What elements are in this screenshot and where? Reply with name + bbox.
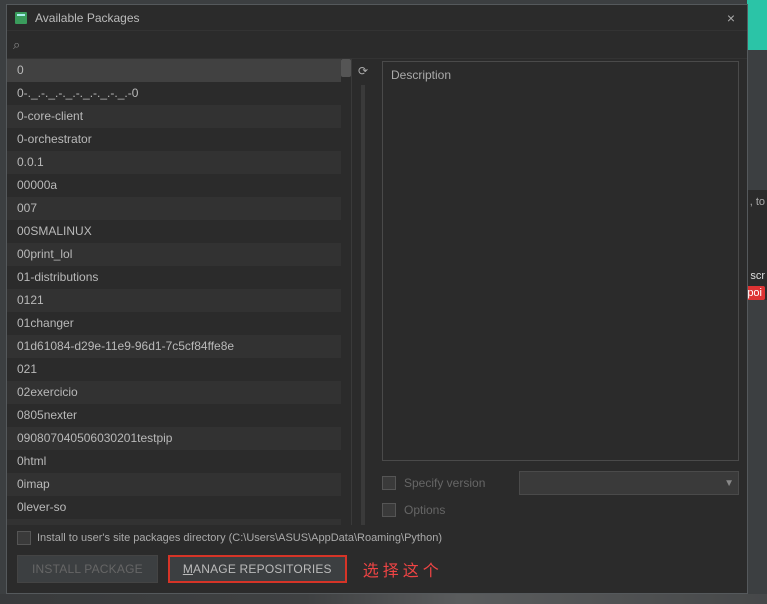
- package-item[interactable]: 0: [7, 59, 351, 82]
- package-item[interactable]: 0-orchestrator: [7, 128, 351, 151]
- reload-button[interactable]: ⟳: [353, 61, 373, 81]
- version-combobox[interactable]: ▼: [519, 471, 739, 495]
- splitter-handle[interactable]: [361, 85, 365, 525]
- search-row: ⌕: [7, 31, 747, 59]
- vertical-scrollbar[interactable]: [341, 59, 351, 525]
- chevron-down-icon: ▼: [724, 478, 734, 489]
- site-packages-checkbox[interactable]: [17, 531, 31, 545]
- package-item[interactable]: 00SMALINUX: [7, 220, 351, 243]
- package-item[interactable]: 0-core-client: [7, 105, 351, 128]
- titlebar: Available Packages ×: [7, 5, 747, 31]
- options-checkbox[interactable]: [382, 503, 396, 517]
- search-icon: ⌕: [13, 37, 20, 53]
- specify-version-label: Specify version: [404, 476, 485, 490]
- specify-version-row: Specify version ▼: [382, 471, 739, 495]
- bg-to-text: , to: [750, 196, 765, 208]
- content-area: 00-._.-._.-._.-._.-._.-._.-00-core-clien…: [7, 59, 747, 525]
- reload-icon: ⟳: [358, 64, 368, 78]
- options-label: Options: [404, 503, 445, 517]
- package-item[interactable]: 090807040506030201testpip: [7, 427, 351, 450]
- package-list-pane: 00-._.-._.-._.-._.-._.-._.-00-core-clien…: [7, 59, 352, 525]
- package-item[interactable]: 01d61084-d29e-11e9-96d1-7c5cf84ffe8e: [7, 335, 351, 358]
- annotation-text: 选择这个: [363, 557, 443, 581]
- package-item[interactable]: 0805nexter: [7, 404, 351, 427]
- site-packages-row: Install to user's site packages director…: [7, 525, 747, 549]
- package-item[interactable]: 00print_lol: [7, 243, 351, 266]
- available-packages-dialog: Available Packages × ⌕ 00-._.-._.-._.-._…: [6, 4, 748, 594]
- options-row: Options: [382, 503, 739, 517]
- package-list-wrapper: 00-._.-._.-._.-._.-._.-._.-00-core-clien…: [7, 59, 351, 525]
- package-item[interactable]: 00000a: [7, 174, 351, 197]
- package-item[interactable]: 0-._.-._.-._.-._.-._.-._.-0: [7, 82, 351, 105]
- manage-mnemonic: M: [183, 562, 193, 576]
- search-input[interactable]: [26, 38, 741, 52]
- background-accent-strip: [747, 0, 767, 50]
- description-label: Description: [391, 68, 730, 82]
- site-packages-label: Install to user's site packages director…: [37, 532, 442, 544]
- middle-column: ⟳: [352, 59, 374, 525]
- install-options: Specify version ▼ Options: [382, 467, 739, 521]
- close-button[interactable]: ×: [721, 8, 741, 28]
- package-item[interactable]: 0.0.1: [7, 151, 351, 174]
- package-item[interactable]: 0lever-utils: [7, 519, 351, 525]
- window-title: Available Packages: [35, 11, 140, 25]
- button-bar: INSTALL PACKAGE MANAGE REPOSITORIES 选择这个: [7, 549, 747, 593]
- package-item[interactable]: 0lever-so: [7, 496, 351, 519]
- app-icon: [13, 10, 29, 26]
- package-item[interactable]: 021: [7, 358, 351, 381]
- specify-version-checkbox[interactable]: [382, 476, 396, 490]
- package-list[interactable]: 00-._.-._.-._.-._.-._.-._.-00-core-clien…: [7, 59, 351, 525]
- bg-scr-text: scr: [750, 270, 765, 282]
- bottom-blur-strip: [0, 594, 767, 604]
- package-item[interactable]: 0imap: [7, 473, 351, 496]
- install-package-button[interactable]: INSTALL PACKAGE: [17, 555, 158, 583]
- description-panel: Description: [382, 61, 739, 461]
- detail-pane: Description Specify version ▼ Options: [374, 59, 747, 525]
- package-item[interactable]: 02exercicio: [7, 381, 351, 404]
- package-item[interactable]: 0html: [7, 450, 351, 473]
- scrollbar-thumb[interactable]: [341, 59, 351, 77]
- package-item[interactable]: 01-distributions: [7, 266, 351, 289]
- package-item[interactable]: 01changer: [7, 312, 351, 335]
- package-item[interactable]: 007: [7, 197, 351, 220]
- package-item[interactable]: 0121: [7, 289, 351, 312]
- manage-repositories-button[interactable]: MANAGE REPOSITORIES: [168, 555, 347, 583]
- manage-label-rest: ANAGE REPOSITORIES: [193, 562, 332, 576]
